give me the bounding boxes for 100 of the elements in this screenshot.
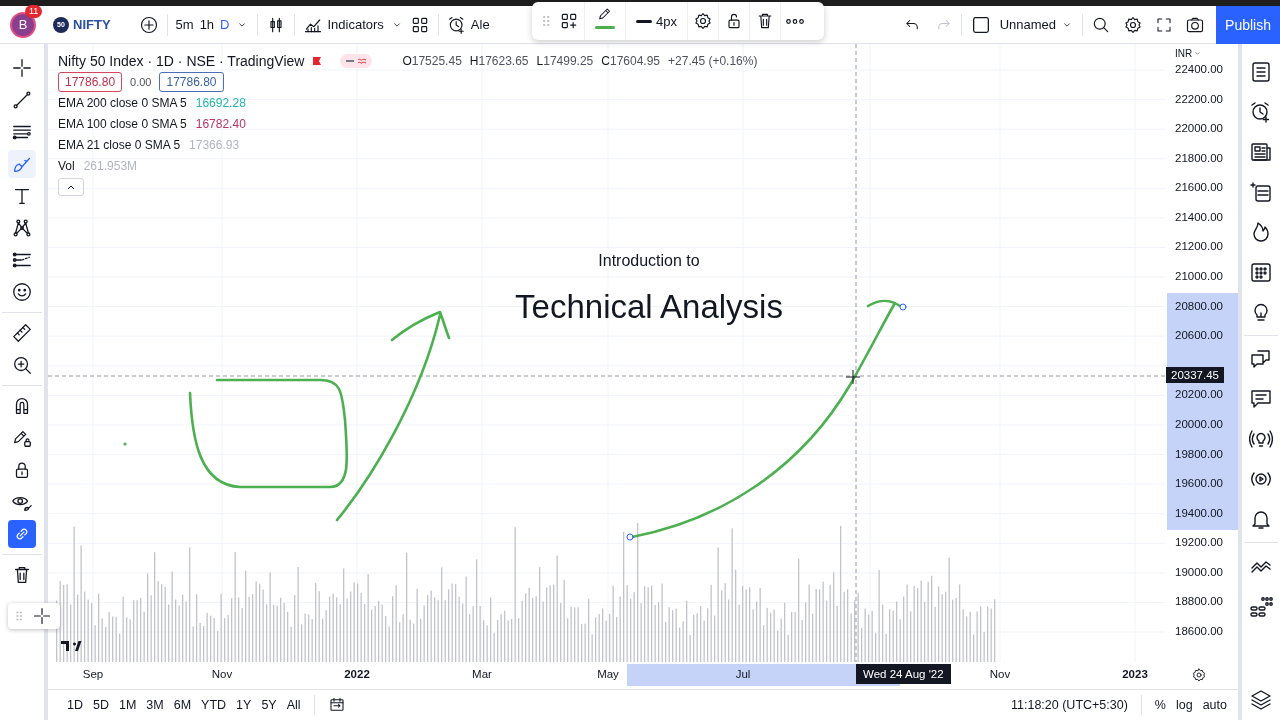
symbol-title[interactable]: Nifty 50 Index · 1D · NSE · TradingView: [58, 52, 305, 69]
time-label: May: [597, 668, 619, 680]
price-label: 21000.00: [1174, 269, 1224, 285]
layout-button[interactable]: Unnamed: [966, 9, 1078, 40]
range-button[interactable]: 6M: [168, 692, 197, 718]
spread-value: 0.00: [130, 75, 152, 88]
price-label: 20200.00: [1174, 387, 1224, 403]
range-button[interactable]: 3M: [141, 692, 169, 718]
time-label: Sep: [82, 668, 104, 680]
settings-icon: [692, 11, 713, 31]
grid-plus-icon: [559, 11, 579, 31]
indicator-name[interactable]: Vol: [58, 158, 75, 173]
dots-icon: [1249, 594, 1273, 618]
minus-icon: [345, 57, 356, 64]
price-label: 19200.00: [1174, 535, 1224, 551]
alert-button[interactable]: Ale: [443, 9, 493, 40]
flag-icon[interactable]: [312, 55, 323, 66]
caret-icon: [1193, 49, 1203, 58]
ohlc-value: H17623.65: [469, 53, 529, 68]
sell-button[interactable]: 17786.80: [58, 71, 123, 92]
crosshair-icon: [32, 606, 52, 626]
price-label: 22400.00: [1174, 62, 1224, 77]
chart-title[interactable]: Technical Analysis: [515, 288, 783, 326]
price-label: 21800.00: [1174, 150, 1224, 166]
price-label: 20600.00: [1174, 328, 1224, 344]
price-label: 20000.00: [1174, 416, 1224, 432]
add-list-icon: [1249, 180, 1273, 204]
crosshair-cursor-icon: [845, 369, 861, 385]
scale-option-button[interactable]: %: [1149, 692, 1171, 718]
indicator-value: 16692.28: [195, 95, 246, 110]
layers-icon: [1249, 688, 1273, 712]
range-button[interactable]: 5D: [88, 692, 114, 718]
price-label: 22200.00: [1174, 91, 1224, 107]
price-label: 19000.00: [1174, 564, 1224, 580]
smiley-icon: [11, 281, 33, 303]
wave-icon: [357, 57, 368, 64]
price-label: 21200.00: [1174, 239, 1224, 255]
chart-heading[interactable]: Introduction to: [598, 252, 700, 270]
price-label: 21400.00: [1174, 209, 1224, 225]
timezone-button[interactable]: 11:18:20 (UTC+5:30): [1006, 692, 1133, 718]
scale-option-button[interactable]: log: [1170, 692, 1198, 718]
indicator-value: 17366.93: [189, 137, 240, 152]
pattern-icon: [11, 217, 33, 239]
price-label: 19800.00: [1174, 446, 1224, 462]
newspaper-icon: [1249, 140, 1273, 164]
range-button[interactable]: 5Y: [256, 692, 282, 718]
currency-dropdown[interactable]: INR: [1175, 48, 1203, 59]
time-label: Jul: [735, 668, 751, 680]
indicator-value: 16782.40: [195, 116, 246, 131]
ruler-icon: [11, 322, 33, 344]
line-width-button[interactable]: 4px: [628, 6, 685, 36]
time-label: Mar: [472, 668, 492, 680]
indicators-button[interactable]: Indicators: [300, 9, 387, 40]
status-pill[interactable]: [340, 53, 373, 68]
range-button[interactable]: 1M: [113, 692, 142, 718]
line-segment-icon: [11, 89, 33, 111]
date-range-icon: [327, 696, 346, 714]
crosshair-icon: [11, 57, 33, 79]
buy-button[interactable]: 17786.80: [159, 71, 224, 92]
chevron-up-icon: [66, 184, 76, 190]
price-label: 21600.00: [1174, 180, 1224, 196]
time-label: Nov: [989, 668, 1011, 680]
price-label: 18600.00: [1174, 624, 1224, 639]
dot-drawing[interactable]: [123, 442, 127, 446]
indicator-value: 261.953M: [83, 158, 138, 173]
time-label: 2022: [344, 668, 370, 680]
ohlc-value: O17525.45: [402, 53, 462, 68]
box-drawing[interactable]: [188, 378, 349, 489]
interval-button[interactable]: 5m: [172, 9, 197, 40]
arrow-drawing[interactable]: [335, 310, 451, 522]
alarm-clock-icon: [446, 14, 467, 35]
time-label: Nov: [211, 668, 233, 680]
crosshair-date-label: Wed 24 Aug '22: [856, 664, 951, 684]
range-button[interactable]: 1D: [62, 692, 88, 718]
range-button[interactable]: All: [281, 692, 306, 718]
indicator-name[interactable]: EMA 21 close 0 SMA 5: [58, 137, 181, 152]
calendar-icon: [1249, 260, 1273, 284]
range-button[interactable]: 1Y: [231, 692, 257, 718]
price-label: 19400.00: [1174, 505, 1224, 521]
ohlc-value: L17499.25: [536, 53, 594, 68]
ohlc-value: C17604.95: [601, 53, 661, 68]
publish-button[interactable]: Publish: [1216, 5, 1280, 44]
list-icon: [1249, 60, 1273, 84]
price-label: 19600.00: [1174, 476, 1224, 492]
settings-icon: [1123, 14, 1144, 35]
indicator-name[interactable]: EMA 100 close 0 SMA 5: [58, 116, 187, 131]
price-label: 22000.00: [1174, 121, 1224, 137]
interval-button[interactable]: 1h: [196, 9, 218, 40]
price-label: 20800.00: [1174, 298, 1224, 314]
indicator-name[interactable]: EMA 200 close 0 SMA 5: [58, 95, 187, 110]
more-icon: [785, 18, 804, 24]
crosshair-price-label: 20337.45: [1166, 367, 1224, 383]
interval-button[interactable]: D: [217, 9, 233, 40]
price-label: 18800.00: [1174, 594, 1224, 610]
scale-option-button[interactable]: auto: [1197, 692, 1232, 718]
range-button[interactable]: YTD: [196, 692, 232, 718]
zoom-in-icon: [11, 354, 33, 376]
fullscreen-icon: [1155, 15, 1174, 34]
toggle-button[interactable]: [8, 520, 36, 548]
settings-icon[interactable]: [1191, 667, 1207, 683]
